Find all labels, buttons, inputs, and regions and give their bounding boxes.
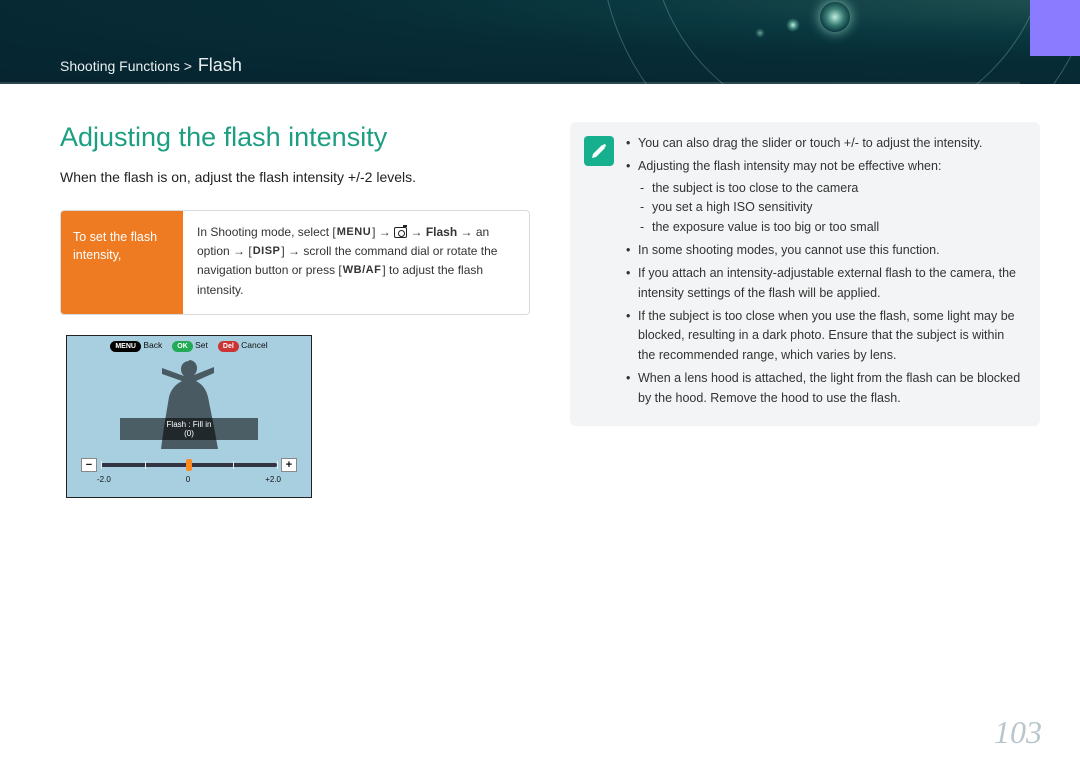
strip-title: Flash : Fill in — [120, 420, 258, 430]
menu-button-label: MENU — [336, 224, 372, 242]
instruction-desc: In Shooting mode, select [MENU] → → Flas… — [183, 211, 529, 314]
del-pill: Del — [218, 341, 239, 352]
note-item: Adjusting the flash intensity may not be… — [626, 157, 1024, 237]
camera-icon — [394, 227, 407, 238]
pencil-note-icon — [584, 136, 614, 166]
note-item: You can also drag the slider or touch +/… — [626, 134, 1024, 153]
set-label: Set — [195, 340, 208, 350]
breadcrumb: Shooting Functions > Flash — [60, 55, 242, 76]
flash-label: Flash — [426, 225, 457, 239]
notes-box: You can also drag the slider or touch +/… — [570, 122, 1040, 426]
lcd-preview: MENU Back OK Set Del Cancel Flash : Fill… — [66, 335, 312, 498]
note-subitem: the exposure value is too big or too sma… — [638, 218, 1024, 237]
t: ] → — [372, 225, 394, 239]
header-decor — [740, 0, 1000, 60]
breadcrumb-path: Shooting Functions > — [60, 58, 192, 74]
corner-tab — [1030, 0, 1080, 56]
lead-text: When the flash is on, adjust the flash i… — [60, 167, 530, 188]
breadcrumb-section: Flash — [198, 55, 242, 75]
page-number: 103 — [994, 714, 1042, 751]
intensity-slider[interactable]: − + — [81, 458, 297, 472]
back-label: Back — [143, 340, 162, 350]
note-subitem: you set a high ISO sensitivity — [638, 198, 1024, 217]
note-item: If you attach an intensity-adjustable ex… — [626, 264, 1024, 303]
ok-pill: OK — [172, 341, 193, 352]
lcd-top-bar: MENU Back OK Set Del Cancel — [67, 340, 311, 352]
note-item: When a lens hood is attached, the light … — [626, 369, 1024, 408]
instruction-box: To set the flash intensity, In Shooting … — [60, 210, 530, 315]
t: → — [407, 225, 426, 239]
slider-thumb[interactable] — [186, 459, 192, 471]
strip-value: (0) — [120, 429, 258, 439]
disp-button-label: DISP — [252, 243, 282, 261]
note-item: In some shooting modes, you cannot use t… — [626, 241, 1024, 260]
header-band: Shooting Functions > Flash — [0, 0, 1080, 84]
menu-pill: MENU — [110, 341, 141, 352]
scale-lo: -2.0 — [97, 475, 111, 484]
cancel-label: Cancel — [241, 340, 267, 350]
notes-list: You can also drag the slider or touch +/… — [626, 134, 1024, 412]
minus-button[interactable]: − — [81, 458, 97, 472]
flash-mode-strip: Flash : Fill in (0) — [120, 418, 258, 440]
plus-button[interactable]: + — [281, 458, 297, 472]
slider-track[interactable] — [101, 463, 277, 467]
wb-af-button-label: WB/AF — [342, 262, 383, 280]
scale-hi: +2.0 — [265, 475, 281, 484]
slider-scale: -2.0 0 +2.0 — [97, 475, 281, 484]
instruction-label: To set the flash intensity, — [61, 211, 183, 314]
note-subitem: the subject is too close to the camera — [638, 179, 1024, 198]
page-title: Adjusting the flash intensity — [60, 122, 530, 153]
scale-mid: 0 — [186, 475, 190, 484]
t: In Shooting mode, select [ — [197, 225, 336, 239]
note-text: Adjusting the flash intensity may not be… — [638, 159, 941, 173]
note-item: If the subject is too close when you use… — [626, 307, 1024, 365]
